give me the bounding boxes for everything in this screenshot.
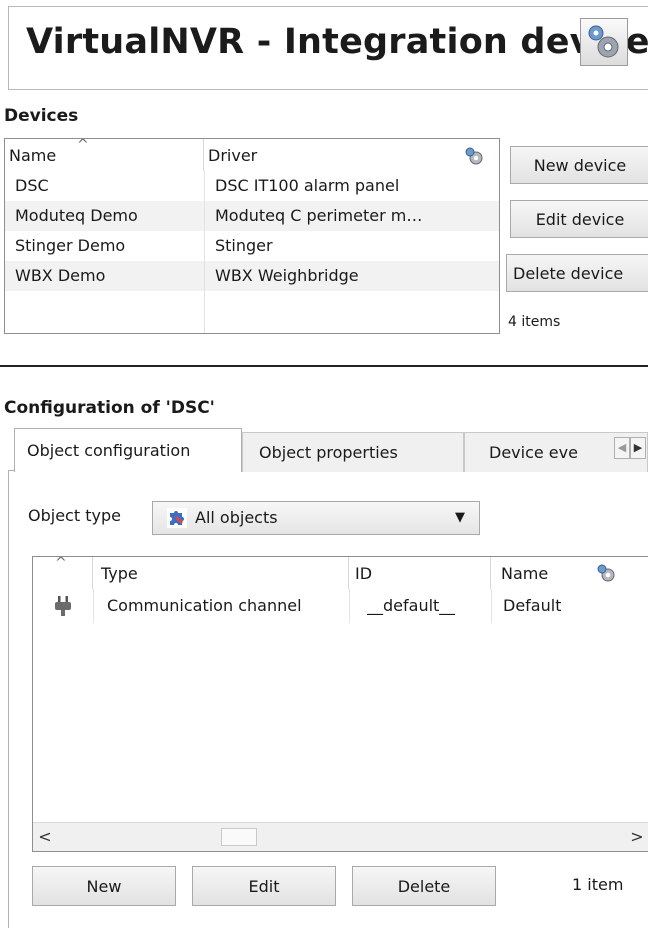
plug-icon [53,595,73,621]
object-type-label: Object type [28,506,121,525]
device-driver: WBX Weighbridge [215,266,359,285]
new-object-button[interactable]: New [32,866,176,906]
object-type-value: All objects [195,508,278,527]
device-name: WBX Demo [15,266,106,285]
table-row[interactable]: WBX Demo WBX Weighbridge [5,261,499,291]
delete-object-button[interactable]: Delete [352,866,496,906]
devices-table: Name ^ Driver DSC DSC IT100 alarm panel … [4,138,500,334]
device-name: DSC [15,176,49,195]
table-row[interactable]: Moduteq Demo Moduteq C perimeter m… [5,201,499,231]
column-header-label: Driver [208,146,258,165]
edit-device-button[interactable]: Edit device [510,200,648,238]
section-divider [0,365,648,367]
scroll-right-icon[interactable]: > [625,823,648,851]
scroll-left-icon[interactable]: < [33,823,57,851]
devices-section-label: Devices [4,106,79,126]
object-name-cell: Default [503,596,562,615]
sort-up-icon: ^ [77,138,89,153]
device-driver: Moduteq C perimeter m… [215,206,423,225]
device-count: 4 items [508,314,561,330]
column-header-id[interactable]: ID [349,557,491,589]
device-driver: DSC IT100 alarm panel [215,176,400,195]
table-row[interactable]: DSC DSC IT100 alarm panel [5,171,499,201]
column-divider [204,171,205,333]
column-header-name[interactable]: Name [5,139,204,171]
column-divider [349,589,350,623]
gear-icon[interactable] [463,145,485,171]
new-device-button[interactable]: New device [510,146,648,184]
gear-icon[interactable] [580,18,628,66]
device-name: Moduteq Demo [15,206,138,225]
horizontal-scrollbar[interactable]: < > [33,822,648,851]
column-header-label: Name [9,146,57,165]
tab-scroll-left-icon[interactable]: ◀ [614,437,630,459]
objects-table: ^ Type ID Name Communication channel __d… [32,556,648,852]
edit-object-button[interactable]: Edit [192,866,336,906]
table-row[interactable]: Communication channel __default__ Defaul… [33,589,648,623]
object-id-cell: __default__ [367,596,456,615]
chevron-down-icon: ▼ [455,510,465,525]
column-divider [93,589,94,623]
column-header-type[interactable]: Type [93,557,349,589]
tab-scroll-right-icon[interactable]: ▶ [630,437,646,459]
table-row[interactable]: Stinger Demo Stinger [5,231,499,261]
device-name: Stinger Demo [15,236,126,255]
scroll-thumb[interactable] [221,828,257,846]
object-count: 1 item [572,875,624,894]
tab-object-configuration[interactable]: Object configuration [14,428,242,472]
column-header-driver[interactable]: Driver [204,139,499,171]
object-type-cell: Communication channel [107,596,302,615]
tab-label: Object properties [259,443,398,462]
puzzle-icon [167,508,187,528]
object-type-select[interactable]: All objects ▼ [152,501,480,535]
column-divider [491,589,492,623]
sort-up-icon: ^ [55,556,67,571]
delete-device-button[interactable]: Delete device [506,254,648,292]
column-header-label: Name [501,564,549,583]
column-header-label: Type [101,564,138,583]
tab-object-properties[interactable]: Object properties [242,432,464,472]
tab-label: Device eve [489,443,578,462]
tab-label: Object configuration [27,441,191,460]
device-driver: Stinger [215,236,273,255]
gear-icon[interactable] [595,562,617,588]
page-title: VirtualNVR - Integration devices [26,22,648,62]
configuration-section-label: Configuration of 'DSC' [4,398,215,418]
column-header-name[interactable]: Name [491,557,648,589]
column-header-label: ID [355,564,373,583]
